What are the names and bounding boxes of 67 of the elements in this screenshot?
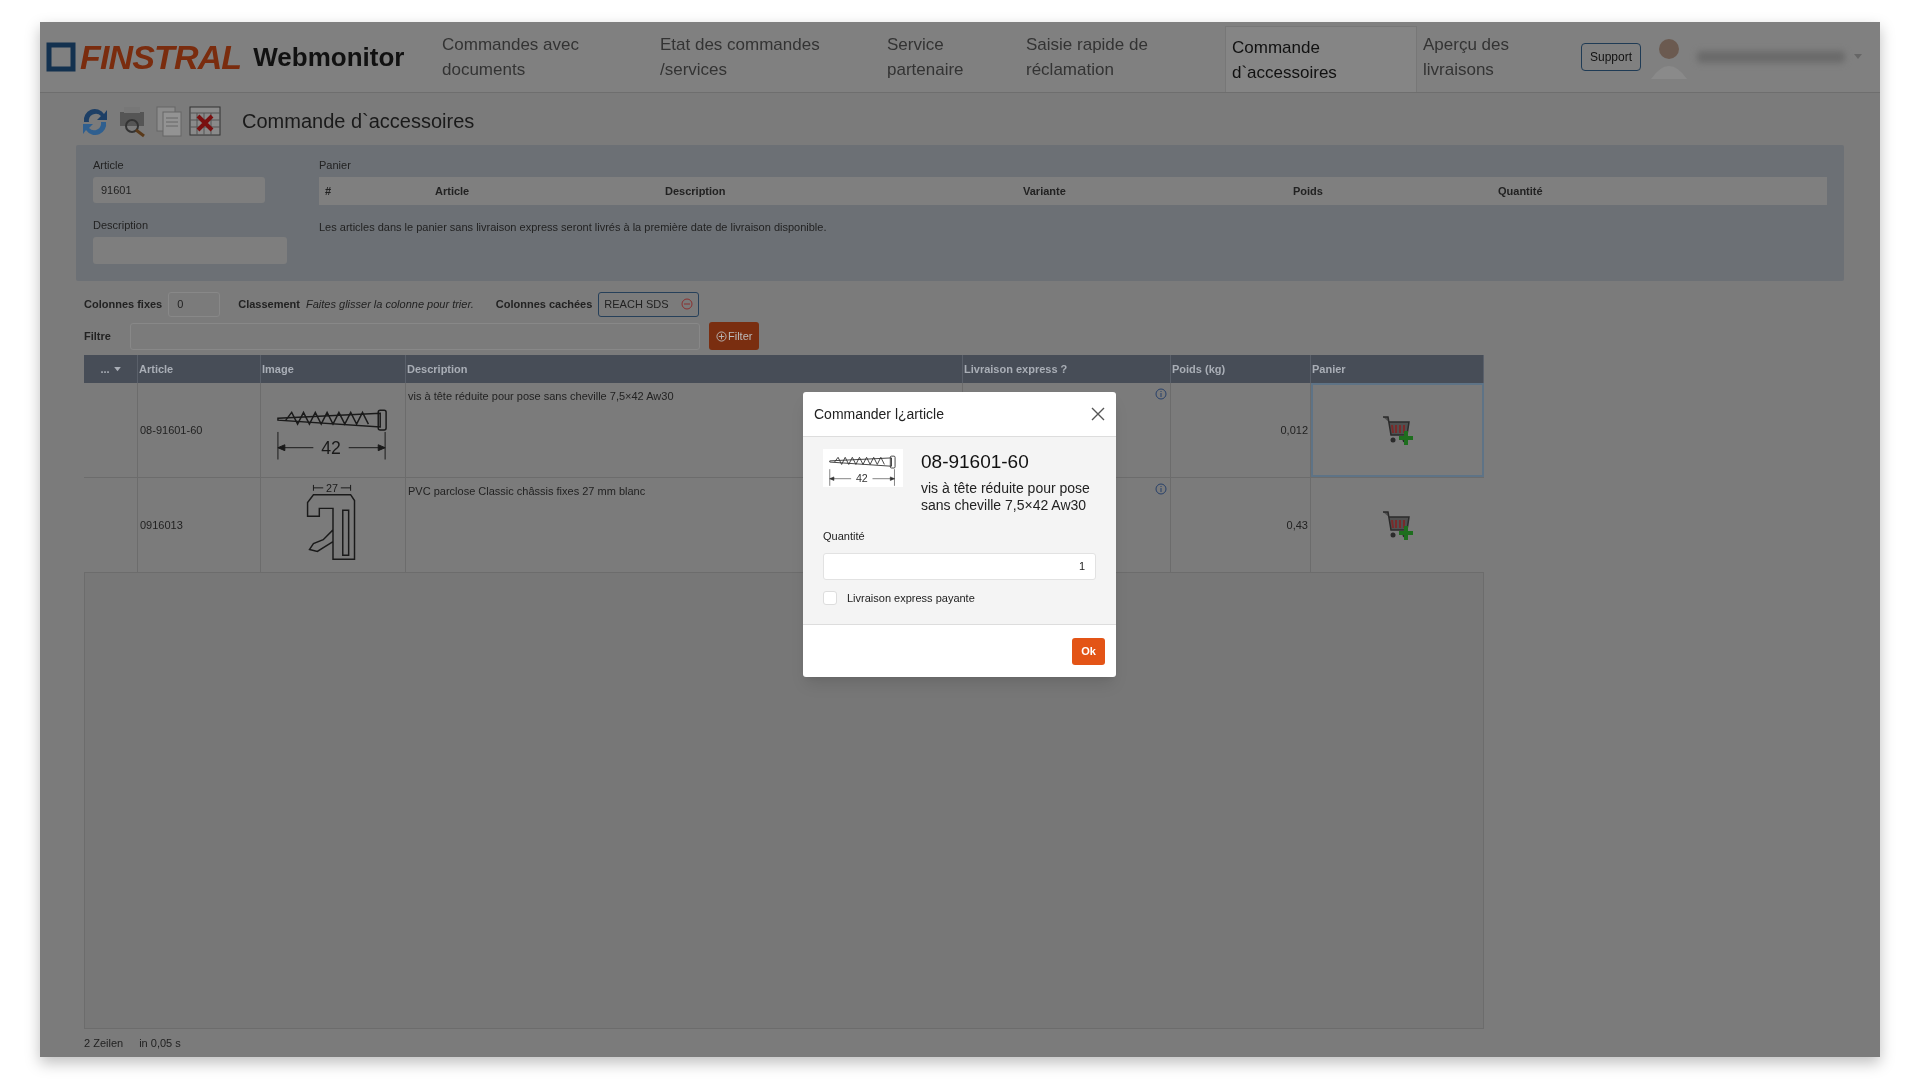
column-header[interactable]: Livraison express ? [964, 360, 1068, 378]
hidden-column-tag[interactable]: REACH SDS [598, 291, 699, 317]
cart-cell[interactable] [1311, 383, 1484, 477]
column-header[interactable]: Article [139, 360, 174, 378]
product-drawing: 27 [293, 481, 373, 569]
hidden-columns-label: Colonnes cachées [495, 296, 593, 312]
fixed-columns-field[interactable]: 0 [168, 291, 221, 317]
calendar-delete-icon[interactable] [188, 104, 222, 138]
nav-tab[interactable]: Etat des commandes /services [654, 22, 881, 92]
column-header[interactable]: ... [100, 360, 110, 378]
caret-icon[interactable] [113, 366, 121, 372]
express-label: Livraison express payante [847, 590, 975, 606]
article-field[interactable]: 91601 [93, 177, 265, 203]
cart-column-header: Description [665, 183, 727, 199]
app-name: Webmonitor [253, 44, 405, 70]
cart-column-header: # [325, 183, 333, 199]
column-header[interactable]: Poids (kg) [1172, 360, 1226, 378]
sort-hint: Faites glisser la colonne pour trier. [306, 296, 474, 312]
nav-tab[interactable]: Commandes avec documents [436, 22, 654, 92]
nav-tab[interactable]: Aperçu des livraisons [1417, 22, 1567, 92]
quantity-label: Quantité [823, 529, 866, 544]
description-label: Description [93, 218, 150, 233]
plus-circle-icon [716, 330, 727, 342]
express-checkbox[interactable] [823, 590, 837, 605]
cart-column-header: Article [435, 183, 471, 199]
ok-button[interactable]: Ok [1072, 637, 1105, 665]
cart-add-icon[interactable] [1380, 508, 1415, 542]
product-drawing: 42 [823, 449, 903, 487]
table-cell: PVC parclose Classic châssis fixes 27 mm blanc [408, 485, 646, 497]
cart-add-icon[interactable] [1380, 413, 1415, 447]
filter-button[interactable]: Filter [709, 322, 760, 350]
filter-label: Filtre [84, 328, 112, 344]
logo-square-icon [46, 42, 76, 72]
documents-icon[interactable] [154, 104, 184, 138]
logo-text: FINSTRAL [80, 40, 242, 74]
table-cell-text: 0,43 [1286, 517, 1308, 533]
remove-icon[interactable] [680, 298, 693, 310]
table-cell: vis à tête réduite pour pose sans cheville 7,5×42 Aw30 [408, 390, 674, 402]
close-icon[interactable] [1091, 407, 1105, 421]
query-time: in 0,05 s [139, 1035, 181, 1051]
nav-tab[interactable]: Saisie rapide de réclamation [1020, 22, 1225, 92]
column-header[interactable]: Description [407, 360, 468, 378]
article-label: Article [93, 158, 125, 173]
table-cell-text: 0,012 [1280, 422, 1308, 438]
page-title: Commande d`accessoires [242, 109, 475, 134]
product-drawing: 42 [274, 398, 392, 462]
support-button[interactable]: Support [1581, 43, 1642, 71]
cart-label: Panier [319, 158, 352, 173]
cart-note: Les articles dans le panier sans livraison express seront livrés à la première date de livraison disponible. [319, 220, 828, 235]
nav-tab[interactable]: Commande d`accessoires [1225, 26, 1417, 92]
nav-tab[interactable]: Service partenaire [881, 22, 1020, 92]
dialog-article: 08-91601-60 [921, 450, 1030, 474]
cart-column-header: Quantité [1498, 183, 1544, 199]
info-icon[interactable] [1155, 483, 1167, 495]
table-cell-text: 08-91601-60 [140, 422, 203, 438]
column-header[interactable]: Panier [1312, 360, 1346, 378]
table-cell-text: 0916013 [140, 517, 183, 533]
quantity-field[interactable]: 1 [823, 552, 1096, 580]
row-count: 2 Zeilen [84, 1035, 124, 1051]
sort-label: Classement [238, 296, 300, 312]
dialog-description: vis à tête réduite pour pose sans cheville 7,5×42 Aw30 [921, 480, 1091, 514]
info-icon[interactable] [1155, 388, 1167, 400]
cart-column-header: Variante [1023, 183, 1067, 199]
cart-column-header: Poids [1293, 183, 1324, 199]
column-header[interactable]: Image [262, 360, 294, 378]
fixed-columns-label: Colonnes fixes [84, 296, 163, 312]
dialog-title: Commander l¿article [814, 404, 944, 424]
